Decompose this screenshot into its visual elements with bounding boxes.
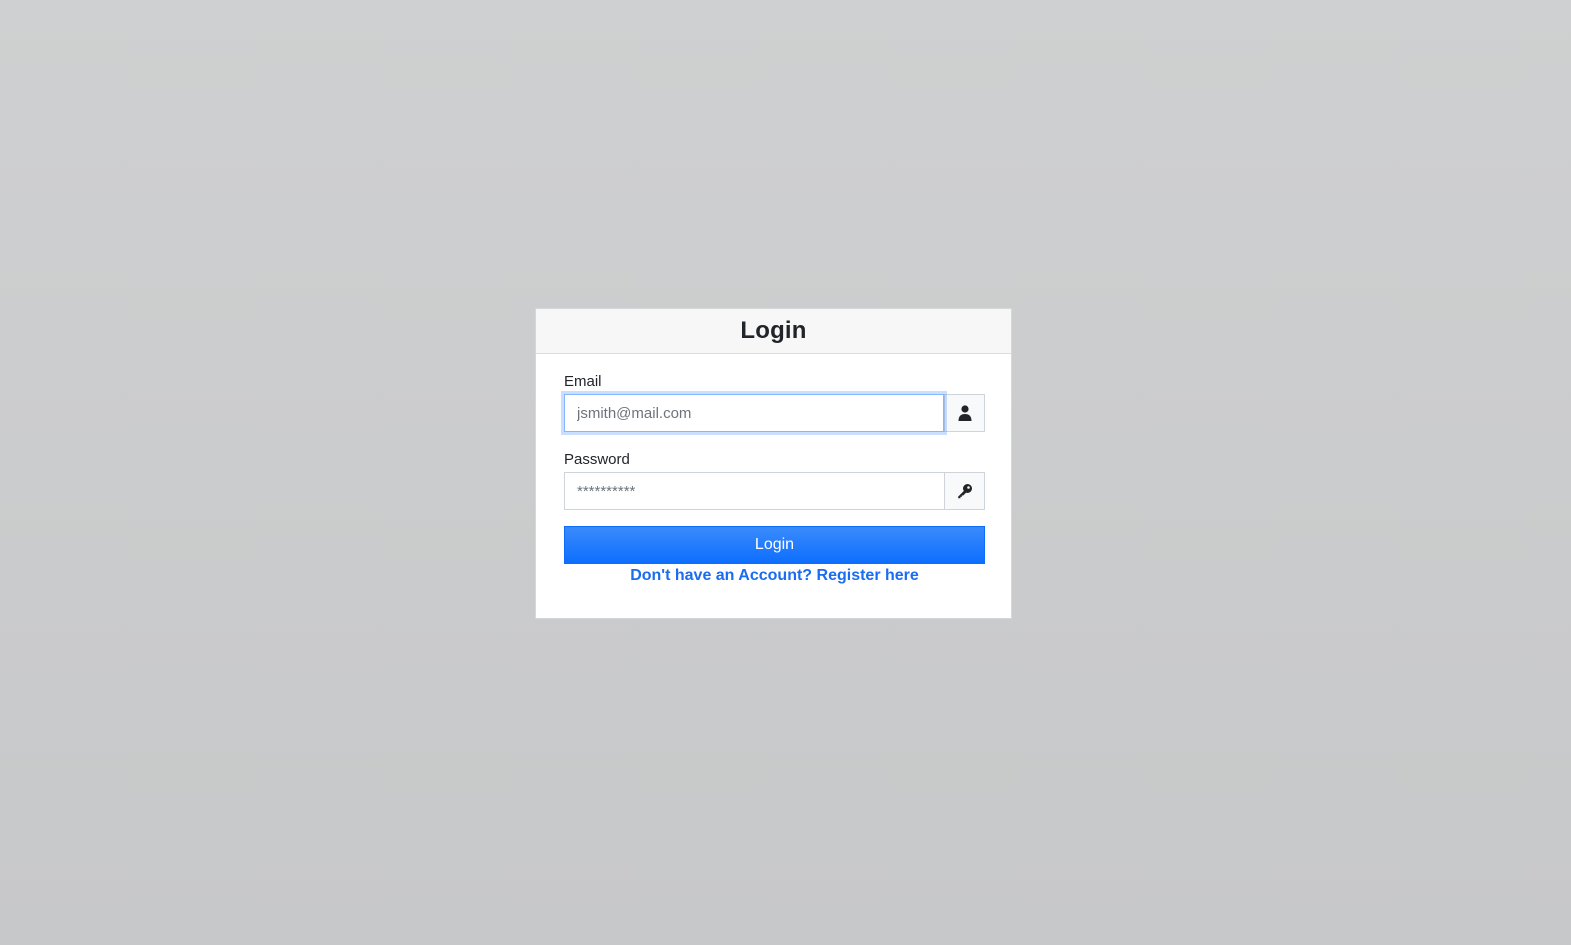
user-icon [958, 405, 971, 421]
password-field[interactable] [564, 472, 944, 510]
password-label: Password [564, 451, 630, 468]
password-addon [944, 472, 985, 510]
password-input-group [564, 472, 985, 510]
login-button[interactable]: Login [564, 526, 985, 564]
email-addon [944, 394, 985, 432]
page-title: Login [740, 317, 807, 344]
email-input-group [564, 394, 985, 432]
email-field[interactable] [564, 394, 944, 432]
key-icon [957, 484, 972, 499]
email-label: Email [564, 373, 602, 390]
register-link[interactable]: Don't have an Account? Register here [564, 567, 985, 585]
login-card-header: Login [536, 309, 1011, 354]
login-card: Login Email Password Login [535, 308, 1012, 619]
